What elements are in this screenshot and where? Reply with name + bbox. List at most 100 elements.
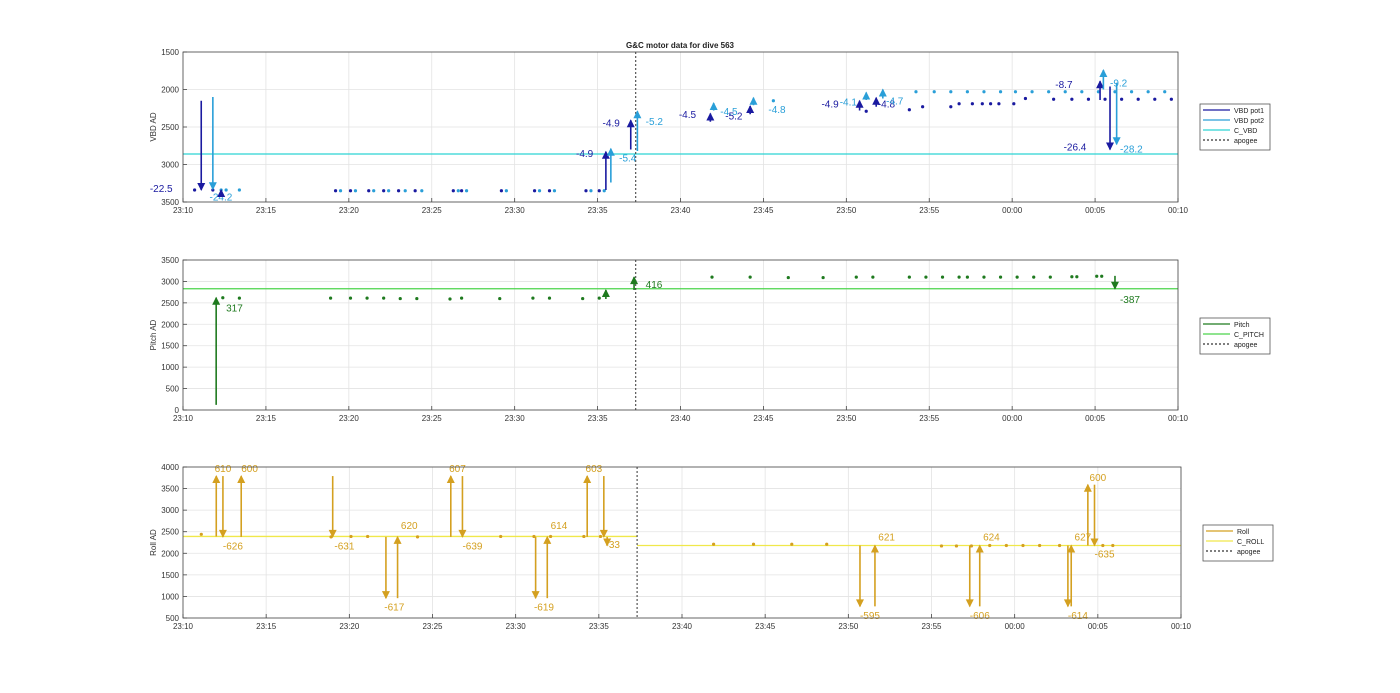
x-tick-label: 23:50 — [836, 414, 857, 423]
data-point — [965, 275, 969, 279]
data-point — [420, 189, 424, 193]
data-point — [1038, 543, 1042, 548]
move-label: -33 — [605, 540, 620, 551]
y-tick-label: 1000 — [161, 592, 179, 601]
y-tick-label: 500 — [166, 385, 180, 394]
data-point — [825, 542, 829, 546]
data-point — [1101, 543, 1105, 548]
data-point — [460, 296, 464, 300]
move-label: -4.9 — [603, 118, 621, 129]
x-tick-label: 00:10 — [1168, 206, 1189, 215]
data-point — [871, 275, 875, 279]
data-point — [403, 189, 407, 193]
y-tick-label: 2000 — [161, 549, 179, 558]
y-tick-label: 1500 — [161, 48, 179, 57]
data-point — [193, 188, 197, 192]
y-axis-label: Roll AD — [149, 529, 158, 556]
data-point — [372, 189, 376, 193]
data-point — [1070, 275, 1074, 279]
move-label: 610 — [215, 464, 232, 475]
y-axis-label: VBD AD — [149, 112, 158, 142]
legend-label: C_PITCH — [1234, 332, 1264, 339]
data-point — [1146, 90, 1150, 94]
x-tick-label: 23:30 — [506, 622, 527, 631]
gc-motor-figure: G&C motor data for dive 563 -22.5-24.2-4… — [149, 41, 1274, 631]
y-tick-label: 3000 — [161, 506, 179, 515]
x-tick-label: 23:45 — [755, 622, 776, 631]
y-tick-label: 2500 — [161, 528, 179, 537]
data-point — [366, 534, 370, 539]
data-point — [965, 90, 969, 94]
data-point — [1030, 90, 1034, 94]
move-label: -631 — [334, 541, 354, 552]
y-tick-label: 2000 — [161, 86, 179, 95]
data-point — [712, 542, 716, 546]
move-label: -28.2 — [1120, 145, 1143, 156]
x-tick-label: 23:25 — [422, 414, 443, 423]
move-label: -4.7 — [886, 97, 904, 108]
data-point — [864, 109, 868, 113]
data-point — [1136, 97, 1140, 101]
data-point — [224, 188, 228, 192]
legend-label: Pitch — [1234, 322, 1250, 329]
legend-label: apogee — [1234, 342, 1257, 349]
data-point — [221, 296, 225, 300]
panel-vbd: -22.5-24.2-4.9 -5.4-4.9 -5.2-4.5 -4.5-5.2-4… — [149, 48, 1271, 215]
y-tick-label: 3500 — [161, 256, 179, 265]
move-label: -5.2 — [725, 112, 743, 123]
data-point — [1095, 274, 1099, 278]
x-tick-label: 23:55 — [919, 206, 940, 215]
legend: VBD pot1 VBD pot2 C_VBDapogee — [1199, 103, 1271, 151]
panel-roll: 610 -626 600 -631 -617 620 607 -639 -619 614 603 -3… — [149, 463, 1274, 631]
x-tick-label: 23:40 — [672, 622, 693, 631]
data-point — [451, 189, 455, 193]
data-point — [499, 534, 503, 539]
data-point — [415, 296, 419, 301]
move-label: 600 — [241, 464, 258, 475]
move-label: -9.2 — [1110, 79, 1128, 90]
x-tick-label: 23:40 — [670, 414, 691, 423]
x-tick-label: 23:35 — [589, 622, 610, 631]
data-point — [589, 189, 593, 193]
move-label: -4.9 — [576, 149, 594, 160]
data-point — [998, 275, 1003, 279]
data-point — [980, 102, 984, 106]
y-tick-label: 3000 — [161, 277, 179, 286]
y-tick-label: 2500 — [161, 123, 179, 132]
data-point — [333, 189, 338, 193]
move-label: -26.4 — [1064, 142, 1087, 153]
x-tick-label: 23:55 — [919, 414, 940, 423]
move-label: -387 — [1120, 295, 1140, 306]
figure-title: G&C motor data for dive 563 — [626, 41, 735, 50]
data-point — [398, 296, 402, 301]
data-point — [598, 534, 603, 539]
x-tick-label: 23:55 — [921, 622, 942, 631]
data-point — [1169, 97, 1173, 101]
data-point — [1163, 90, 1167, 94]
data-point — [786, 275, 790, 280]
x-tick-label: 00:05 — [1085, 414, 1106, 423]
data-point — [751, 542, 756, 546]
x-tick-label: 00:10 — [1168, 414, 1189, 423]
data-point — [1086, 97, 1091, 101]
data-point — [940, 275, 945, 279]
data-point — [1120, 97, 1124, 101]
move-label: -595 — [860, 611, 880, 622]
legend-label: C_ROLL — [1237, 539, 1264, 546]
legend: Pitch C_PITCHapogee — [1199, 317, 1271, 355]
x-tick-label: 00:10 — [1171, 622, 1192, 631]
x-tick-label: 23:10 — [173, 622, 194, 631]
data-point — [597, 189, 601, 193]
data-point — [413, 189, 417, 193]
data-point — [790, 542, 794, 546]
data-point — [1075, 275, 1079, 279]
x-tick-label: 23:15 — [256, 414, 277, 423]
data-point — [1004, 543, 1008, 548]
data-point — [415, 535, 420, 539]
move-label: -22.5 — [150, 184, 173, 195]
y-tick-label: 3000 — [161, 161, 179, 170]
x-tick-label: 23:35 — [588, 414, 609, 423]
data-point — [237, 296, 241, 300]
x-tick-label: 23:20 — [339, 622, 360, 631]
data-point — [456, 189, 460, 193]
